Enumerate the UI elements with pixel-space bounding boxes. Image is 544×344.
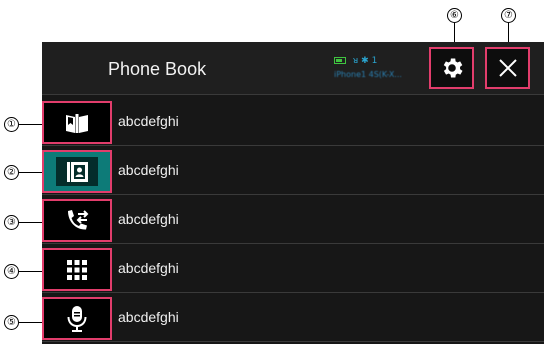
contact-name: abcdefghi	[118, 162, 179, 178]
contact-name: abcdefghi	[118, 211, 179, 227]
close-button[interactable]	[485, 47, 530, 89]
list-item[interactable]: abcdefghi	[42, 294, 544, 342]
callout-2-leader	[19, 172, 42, 173]
contacts-tab[interactable]	[42, 150, 112, 193]
voice-recognition-tab[interactable]	[42, 297, 112, 340]
contact-name: abcdefghi	[118, 113, 179, 129]
phone-book-tab[interactable]	[42, 101, 112, 144]
callout-2: ②	[4, 165, 19, 180]
callout-4-leader	[19, 271, 42, 272]
callout-1: ①	[4, 117, 19, 132]
callout-3: ③	[4, 215, 19, 230]
dial-pad-icon	[67, 259, 87, 280]
list-item[interactable]: abcdefghi	[42, 147, 544, 195]
status-indicators: ᴚ ✱ 1	[334, 56, 377, 66]
callout-6: ⑥	[447, 8, 462, 23]
callout-7: ⑦	[501, 8, 516, 23]
bluetooth-indicator: ✱ 1	[361, 56, 378, 66]
voice-recognition-icon	[67, 305, 87, 332]
phone-book-icon	[66, 113, 88, 133]
battery-icon	[334, 57, 346, 64]
settings-button[interactable]	[429, 47, 474, 89]
contact-name: abcdefghi	[118, 260, 179, 276]
gear-icon	[443, 58, 463, 78]
phone-book-screen: Phone Book ᴚ ✱ 1 iPhone1 4S(K-X... abcde…	[42, 42, 544, 344]
dial-pad-tab[interactable]	[42, 248, 112, 291]
list-item[interactable]: abcdefghi	[42, 196, 544, 244]
callout-5: ⑤	[4, 315, 19, 330]
list-item[interactable]: abcdefghi	[42, 245, 544, 293]
callout-4: ④	[4, 264, 19, 279]
close-icon	[498, 59, 517, 77]
callout-1-leader	[19, 124, 42, 125]
device-name: iPhone1 4S(K-X...	[334, 70, 402, 79]
contact-name: abcdefghi	[118, 309, 179, 325]
list-item[interactable]: abcdefghi	[42, 98, 544, 146]
title-bar: Phone Book ᴚ ✱ 1 iPhone1 4S(K-X...	[42, 42, 544, 95]
call-history-tab[interactable]	[42, 199, 112, 242]
callout-5-leader	[19, 322, 42, 323]
callout-3-leader	[19, 222, 42, 223]
page-title: Phone Book	[108, 59, 207, 79]
contact-card-icon	[67, 161, 88, 182]
signal-icon: ᴚ	[352, 56, 359, 66]
call-history-icon	[68, 209, 89, 230]
